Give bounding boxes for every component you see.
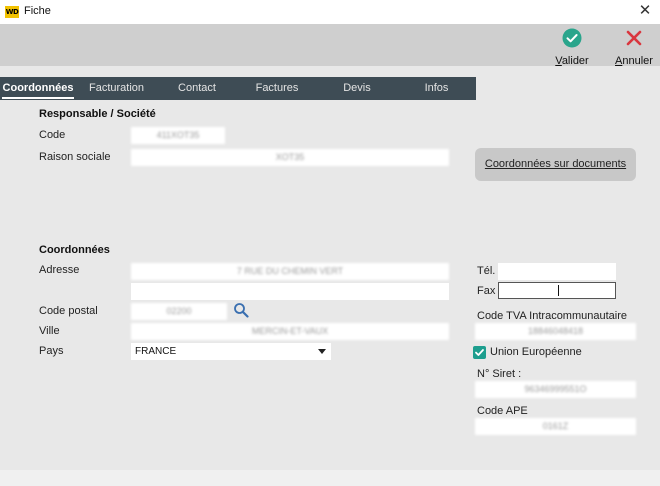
ville-label: Ville <box>39 325 60 337</box>
pays-select[interactable]: FRANCE <box>131 343 331 360</box>
tab-bar: Coordonnées Facturation Contact Factures… <box>0 77 476 100</box>
window-title: Fiche <box>24 5 51 17</box>
text-caret <box>558 285 559 296</box>
tab-coordonnees[interactable]: Coordonnées <box>0 77 76 100</box>
tel-label: Tél. <box>477 265 496 277</box>
search-icon[interactable] <box>233 302 249 318</box>
chevron-down-icon <box>318 349 326 354</box>
siret-label: N° Siret : <box>477 368 522 380</box>
tab-infos[interactable]: Infos <box>397 77 476 100</box>
pays-label: Pays <box>39 345 64 357</box>
fax-label: Fax <box>477 285 496 297</box>
tab-contact[interactable]: Contact <box>157 77 237 100</box>
validate-label: Valider <box>555 55 589 67</box>
ville-field[interactable]: MERCIN-ET-VAUX <box>131 323 449 340</box>
coordonnees-documents-button[interactable]: Coordonnées sur documents <box>475 148 636 181</box>
checkmark-icon <box>475 349 484 356</box>
code-postal-label: Code postal <box>39 305 98 317</box>
tab-facturation[interactable]: Facturation <box>76 77 157 100</box>
tva-label: Code TVA Intracommunautaire <box>477 310 628 322</box>
tel-field[interactable] <box>498 263 616 280</box>
app-logo-icon: WD <box>5 6 19 18</box>
window-close-button[interactable]: ✕ <box>636 2 654 20</box>
cancel-label: Annuler <box>615 55 653 67</box>
fax-field[interactable] <box>498 282 616 299</box>
code-field[interactable]: 411XOT35 <box>131 127 225 144</box>
union-europeenne-label: Union Européenne <box>490 346 582 358</box>
ape-field[interactable]: 0161Z <box>475 418 636 435</box>
toolbar: Valider Annuler <box>0 24 660 67</box>
union-europeenne-checkbox[interactable] <box>473 346 486 359</box>
code-label: Code <box>39 129 66 141</box>
title-bar: WD Fiche ✕ <box>0 0 660 24</box>
check-circle-icon <box>562 28 582 48</box>
status-strip <box>0 470 660 486</box>
siret-field[interactable]: 96346999551O <box>475 381 636 398</box>
raison-sociale-label: Raison sociale <box>39 151 111 163</box>
code-postal-field[interactable]: 02200 <box>131 303 227 320</box>
raison-sociale-field[interactable]: XOT35 <box>131 149 449 166</box>
tab-factures[interactable]: Factures <box>237 77 317 100</box>
validate-button[interactable]: Valider <box>550 28 594 67</box>
adresse-line1-field[interactable]: 7 RUE DU CHEMIN VERT <box>131 263 449 280</box>
cancel-button[interactable]: Annuler <box>612 28 656 67</box>
cancel-x-icon <box>626 30 642 46</box>
adresse-label: Adresse <box>39 264 80 276</box>
pays-selected-value: FRANCE <box>135 346 177 357</box>
coordonnees-documents-label: Coordonnées sur documents <box>484 158 627 170</box>
ape-label: Code APE <box>477 405 528 417</box>
tab-devis[interactable]: Devis <box>317 77 397 100</box>
section-title-responsable: Responsable / Société <box>39 108 156 120</box>
adresse-line2-field[interactable] <box>131 283 449 300</box>
tva-field[interactable]: 18846048418 <box>475 323 636 340</box>
section-title-coordonnees: Coordonnées <box>39 244 110 256</box>
